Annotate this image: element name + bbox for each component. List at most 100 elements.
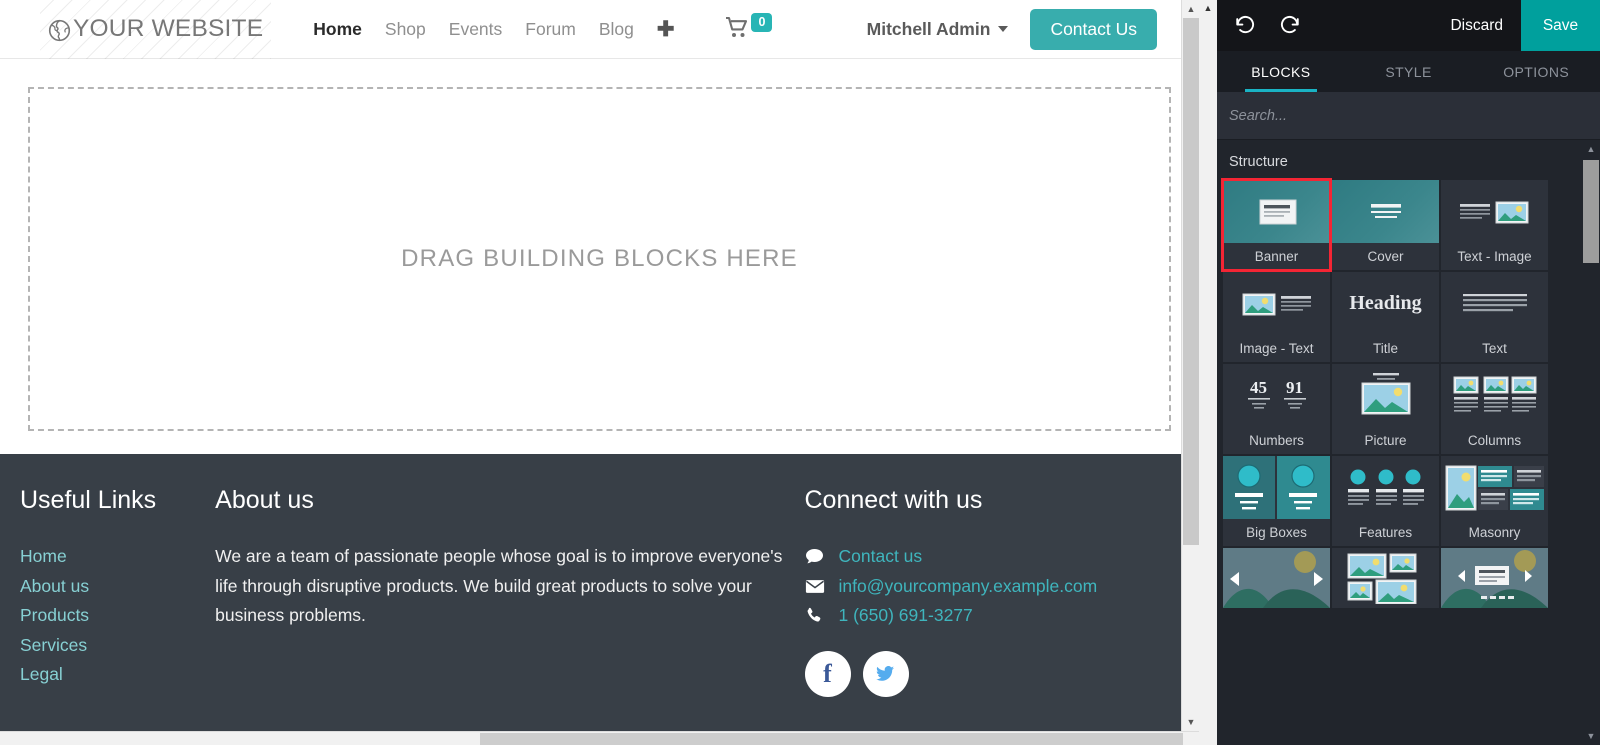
website-hscroll-thumb[interactable] [480,733,1183,745]
website-horizontal-scrollbar[interactable] [0,731,1199,745]
globe-icon [48,19,71,42]
block-card-columns[interactable]: Columns [1441,364,1548,454]
panel-scroll-down-icon[interactable]: ▼ [1582,727,1600,745]
footer-link-products[interactable]: Products [20,601,215,631]
nav-item-events[interactable]: Events [449,19,503,40]
save-button[interactable]: Save [1521,0,1600,51]
contact-us-button[interactable]: Contact Us [1030,8,1157,50]
plus-icon[interactable]: ✚ [657,19,675,40]
website-editor-panel: Discard Save BLOCKS STYLE OPTIONS Struct… [1199,0,1600,745]
phone-icon [805,607,825,624]
twitter-icon[interactable] [862,650,909,697]
footer-email-link[interactable]: info@yourcompany.example.com [839,572,1098,602]
facebook-icon[interactable]: f [804,650,851,697]
scroll-down-icon[interactable]: ▼ [1182,713,1199,731]
footer-email-row[interactable]: info@yourcompany.example.com [805,572,1180,602]
footer-useful-links-title: Useful Links [20,486,157,514]
panel-scroll-up-icon[interactable]: ▲ [1582,140,1600,158]
navbar-right: Mitchell Admin Contact Us [867,8,1157,50]
cart-icon [725,16,749,43]
footer-about-title: About us [215,486,314,514]
block-card-images-wall[interactable] [1332,548,1439,608]
block-card-big-boxes[interactable]: Big Boxes [1223,456,1330,546]
browser-scroll-gutter [1199,0,1217,745]
website-vscroll-thumb[interactable] [1183,18,1199,545]
nav-item-forum[interactable]: Forum [525,19,576,40]
tab-style[interactable]: STYLE [1345,51,1473,92]
title-thumb-glyph: Heading [1349,292,1422,314]
block-card-image-text[interactable]: Image - Text [1223,272,1330,362]
dropzone-label: DRAG BUILDING BLOCKS HERE [401,245,798,272]
drag-building-blocks-dropzone[interactable]: DRAG BUILDING BLOCKS HERE [28,87,1171,431]
block-label-masonry: Masonry [1468,525,1521,540]
footer-link-home[interactable]: Home [20,542,215,572]
block-card-text[interactable]: Text [1441,272,1548,362]
block-label-columns: Columns [1467,433,1522,448]
editor-tabs: BLOCKS STYLE OPTIONS [1217,51,1600,92]
blocks-grid: Banner Cover Text - Image Image - Text H… [1217,178,1582,608]
block-card-carousel[interactable] [1223,548,1330,608]
block-label-features: Features [1358,525,1413,540]
block-card-features[interactable]: Features [1332,456,1439,546]
website-preview: YOUR WEBSITE Home Shop Events Forum Blog… [0,0,1199,745]
panel-vscroll-thumb[interactable] [1583,160,1599,263]
user-name-label: Mitchell Admin [866,18,991,39]
comment-icon [805,548,825,565]
section-title-structure: Structure [1229,154,1288,170]
redo-icon[interactable] [1267,0,1313,51]
screen: YOUR WEBSITE Home Shop Events Forum Blog… [0,0,1600,745]
site-logo[interactable]: YOUR WEBSITE [40,0,272,59]
footer-phone-link[interactable]: 1 (650) 691-3277 [839,601,973,631]
blocks-panel-scrollbar[interactable]: ▲ ▼ [1582,140,1600,745]
slider-thumb [1441,548,1548,608]
tab-blocks[interactable]: BLOCKS [1217,51,1345,92]
block-label-numbers: Numbers [1249,433,1304,448]
user-menu[interactable]: Mitchell Admin [867,19,1009,40]
numbers-thumb: 45 91 [1223,364,1330,427]
site-footer: Useful Links Home About us Products Serv… [0,454,1199,745]
title-thumb: Heading [1332,272,1439,335]
website-vertical-scrollbar[interactable]: ▲ ▼ [1181,0,1199,731]
site-logo-text: YOUR WEBSITE [73,15,264,42]
envelope-icon [805,579,825,594]
images-wall-thumb [1332,548,1439,608]
window-scroll-up-icon[interactable]: ▲ [1199,0,1217,16]
picture-thumb [1332,364,1439,427]
footer-useful-links: Useful Links Home About us Products Serv… [20,486,215,697]
block-card-title[interactable]: Heading Title [1332,272,1439,362]
block-card-numbers[interactable]: 45 91 Numbers [1223,364,1330,454]
block-card-banner[interactable]: Banner [1221,178,1332,272]
footer-link-legal[interactable]: Legal [20,660,215,690]
discard-button[interactable]: Discard [1432,0,1521,51]
footer-link-about-us[interactable]: About us [20,572,215,602]
nav-item-home[interactable]: Home [313,19,362,40]
tab-options[interactable]: OPTIONS [1472,51,1600,92]
cart-count-badge: 0 [751,12,773,32]
block-label-banner: Banner [1254,249,1299,264]
block-card-slider[interactable] [1441,548,1548,608]
footer-about: About us We are a team of passionate peo… [215,486,804,697]
footer-connect: Connect with us Contact us info@yourcomp… [804,486,1180,697]
footer-contact-us-link[interactable]: Contact us [839,542,923,572]
search-input[interactable] [1217,107,1600,124]
image-text-thumb [1223,272,1330,335]
carousel-thumb [1223,548,1330,608]
undo-icon[interactable] [1221,0,1267,51]
nav-item-shop[interactable]: Shop [385,19,426,40]
footer-contact-us-row[interactable]: Contact us [805,542,1180,572]
footer-about-text: We are a team of passionate people whose… [215,546,783,625]
block-label-big-boxes: Big Boxes [1246,525,1307,540]
footer-phone-row[interactable]: 1 (650) 691-3277 [805,601,1180,631]
block-label-text: Text [1482,341,1507,356]
scroll-up-icon[interactable]: ▲ [1182,0,1199,18]
nav-item-blog[interactable]: Blog [599,19,634,40]
block-card-picture[interactable]: Picture [1332,364,1439,454]
footer-link-services[interactable]: Services [20,631,215,661]
page-body: DRAG BUILDING BLOCKS HERE [0,59,1199,454]
block-label-cover: Cover [1367,249,1404,264]
block-card-masonry[interactable]: Masonry [1441,456,1548,546]
numbers-thumb-value-2: 91 [1286,378,1303,397]
cart-button[interactable]: 0 [725,12,773,43]
block-card-text-image[interactable]: Text - Image [1441,180,1548,270]
block-card-cover[interactable]: Cover [1332,180,1439,270]
